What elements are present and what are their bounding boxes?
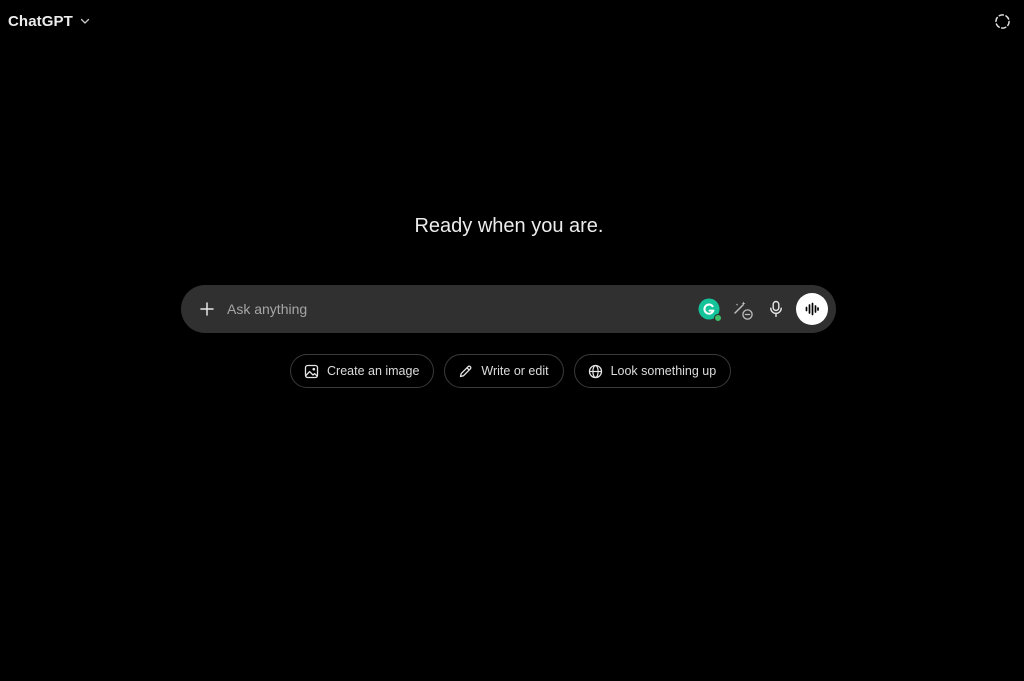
composer xyxy=(181,285,836,333)
chip-label: Create an image xyxy=(327,364,420,378)
dictate-button[interactable] xyxy=(766,299,786,319)
dashed-circle-icon xyxy=(994,13,1011,30)
model-name: ChatGPT xyxy=(8,12,73,30)
chevron-down-icon xyxy=(79,15,91,27)
temporary-chat-button[interactable] xyxy=(993,12,1011,30)
grammarly-status-dot xyxy=(714,314,722,322)
tools-icon xyxy=(732,299,754,321)
chip-label: Look something up xyxy=(610,364,717,378)
image-icon xyxy=(304,364,319,379)
tools-button[interactable] xyxy=(732,299,754,321)
prompt-input[interactable] xyxy=(227,297,667,321)
microphone-icon xyxy=(768,300,784,318)
write-edit-chip[interactable]: Write or edit xyxy=(444,354,564,388)
pencil-icon xyxy=(458,364,473,379)
add-attachment-button[interactable] xyxy=(195,297,219,321)
voice-mode-button[interactable] xyxy=(796,293,828,325)
chat-page: ChatGPT Ready when you are. Ask anything… xyxy=(0,0,1024,681)
look-up-chip[interactable]: Look something up xyxy=(573,354,732,388)
voice-waveform-icon xyxy=(804,301,820,317)
page-headline: Ready when you are. xyxy=(414,215,604,237)
chip-label: Write or edit xyxy=(481,364,549,378)
plus-icon xyxy=(199,301,215,317)
suggestion-chips: Create an image Write or edit Look somet… xyxy=(290,354,732,388)
model-switcher[interactable]: ChatGPT xyxy=(8,10,91,32)
globe-icon xyxy=(588,364,603,379)
create-image-chip[interactable]: Create an image xyxy=(290,354,435,388)
top-bar: ChatGPT xyxy=(0,0,1024,44)
grammarly-button[interactable] xyxy=(698,298,722,322)
